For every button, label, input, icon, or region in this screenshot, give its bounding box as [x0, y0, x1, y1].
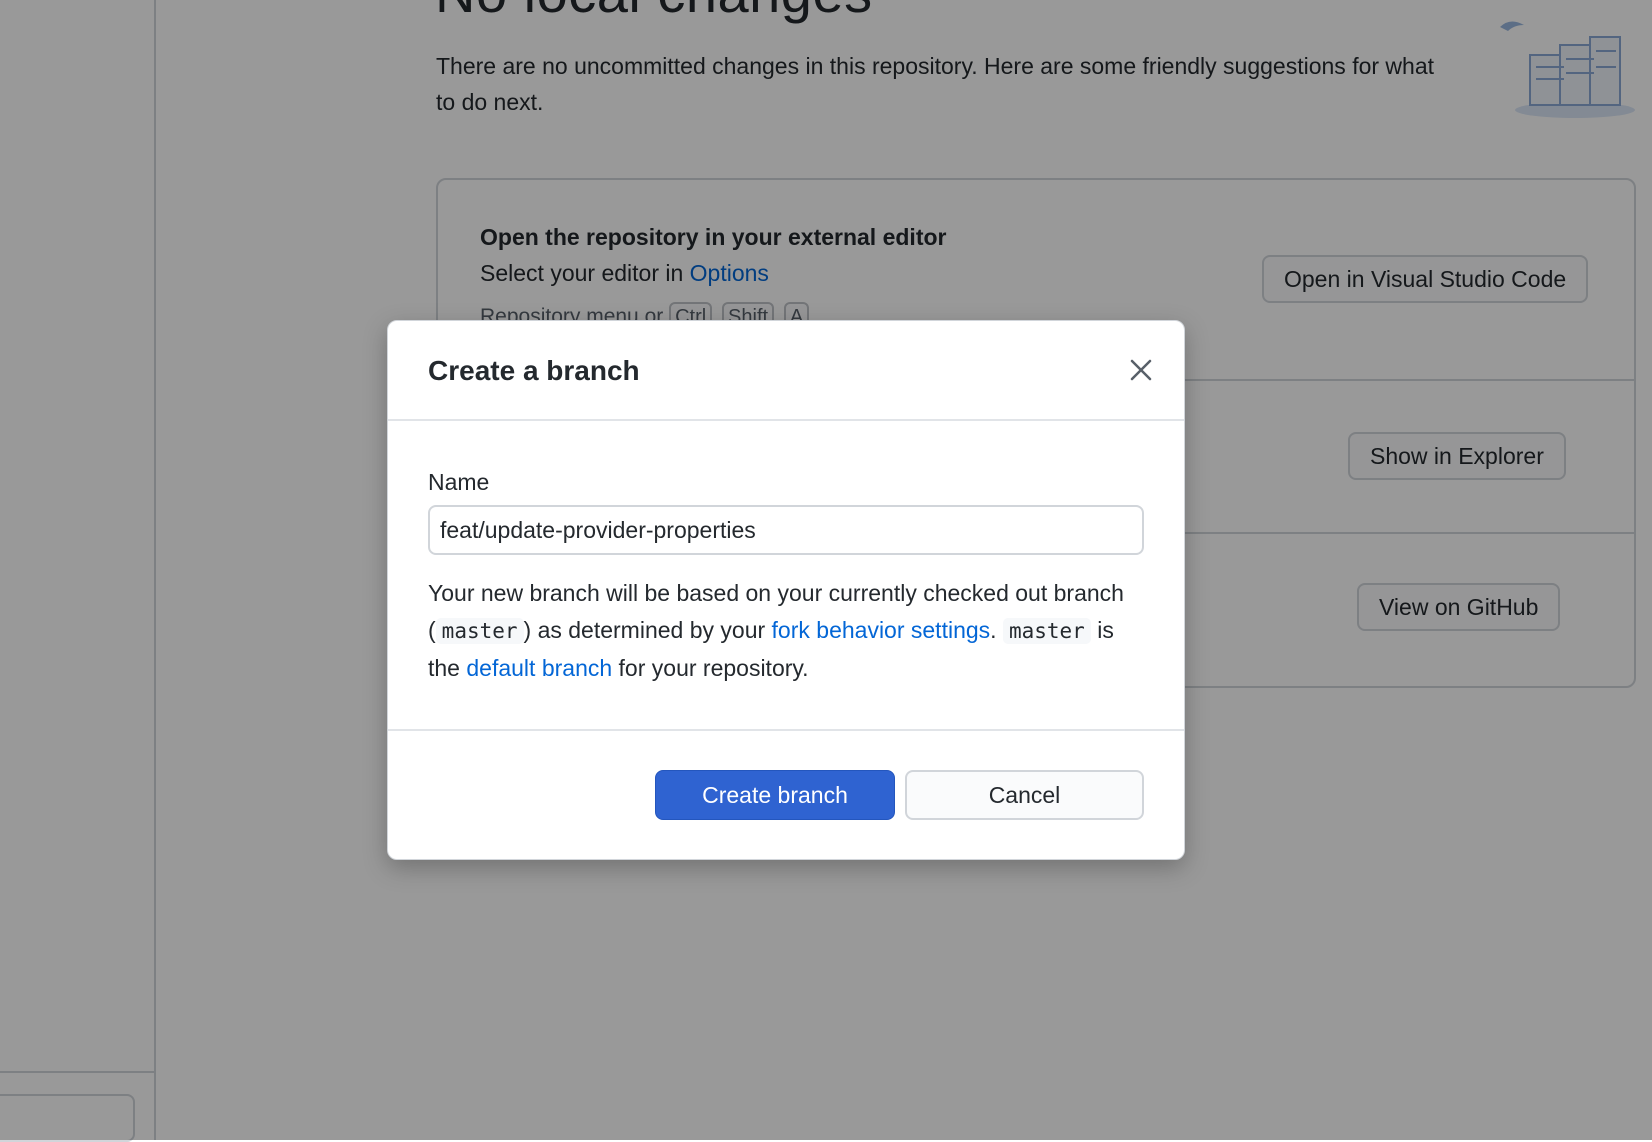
create-branch-button[interactable]: Create branch [655, 770, 895, 820]
dialog-title: Create a branch [428, 355, 640, 386]
app-window: No local changes There are no uncommitte… [0, 0, 1652, 1142]
dialog-header-divider [388, 419, 1184, 421]
branch-name-input[interactable] [428, 505, 1144, 555]
default-branch-link[interactable]: default branch [466, 655, 612, 681]
info-text-2: ) as determined by your [523, 617, 772, 643]
fork-behavior-link[interactable]: fork behavior settings [772, 617, 991, 643]
dialog-header: Create a branch [388, 321, 1184, 421]
name-label: Name [428, 469, 490, 495]
info-text-5: for your repository. [612, 655, 809, 681]
dialog-footer-divider [388, 729, 1184, 731]
current-branch-code: master [435, 618, 524, 644]
branch-info-text: Your new branch will be based on your cu… [428, 575, 1144, 687]
cancel-button[interactable]: Cancel [905, 770, 1144, 820]
close-icon[interactable] [1128, 357, 1154, 383]
info-text-3: . [990, 617, 1003, 643]
default-branch-code: master [1002, 618, 1091, 644]
create-branch-dialog: Create a branch Name Your new branch wil… [387, 320, 1185, 860]
